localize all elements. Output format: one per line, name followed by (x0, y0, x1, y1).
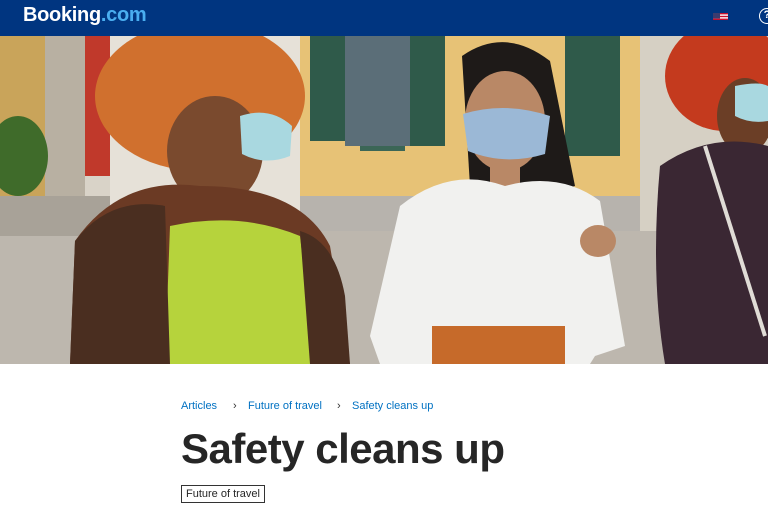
page-title: Safety cleans up (181, 425, 505, 472)
chevron-right-icon: › (337, 400, 341, 412)
chevron-right-icon: › (233, 400, 237, 412)
us-flag-icon[interactable] (713, 10, 728, 20)
breadcrumb-link-articles[interactable]: Articles (181, 399, 217, 413)
hero-image (0, 36, 768, 364)
category-tag[interactable]: Future of travel (181, 485, 265, 503)
help-circle-icon[interactable]: ? (759, 8, 768, 24)
top-header: Booking.com ? (0, 0, 768, 36)
breadcrumb-link-future-of-travel[interactable]: Future of travel (248, 399, 322, 413)
booking-logo[interactable]: Booking.com (23, 3, 147, 27)
breadcrumb-current-page[interactable]: Safety cleans up (352, 399, 433, 413)
